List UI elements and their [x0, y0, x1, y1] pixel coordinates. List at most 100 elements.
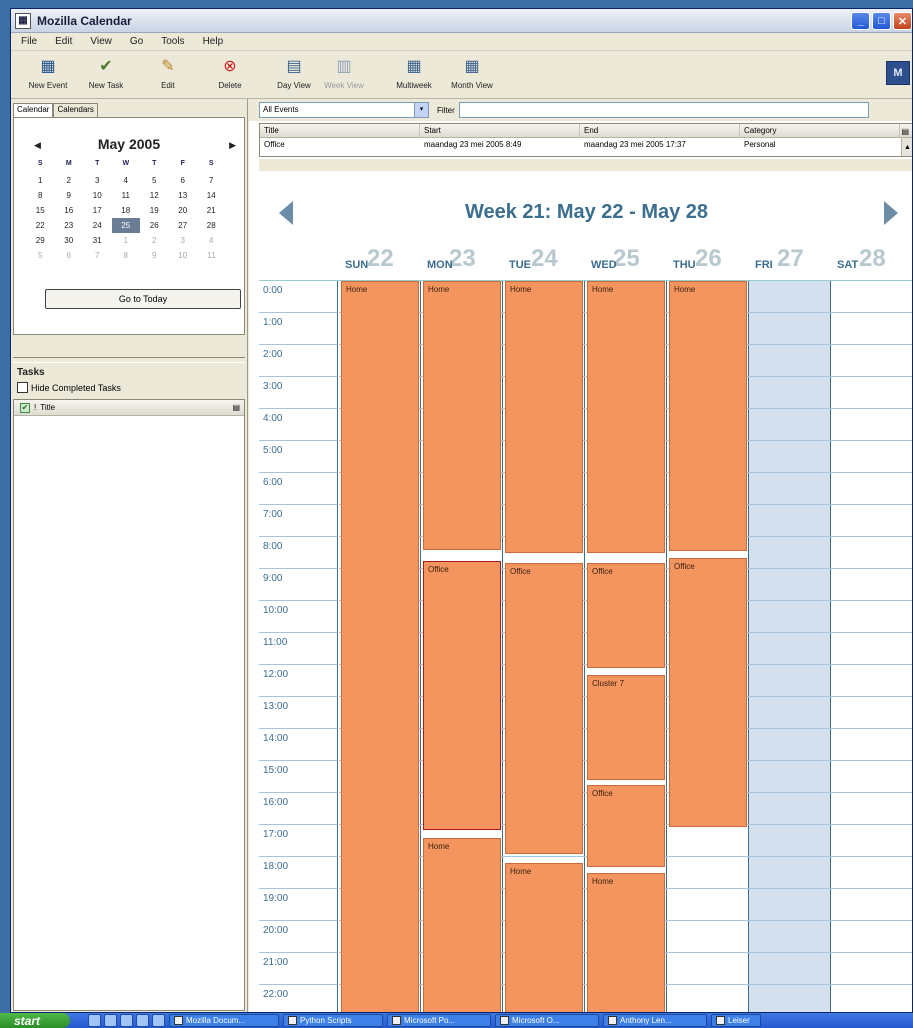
mini-month-day[interactable]: 16: [55, 203, 84, 218]
taskbar-window-button[interactable]: Python Scripts: [283, 1014, 383, 1027]
day-column-fri[interactable]: [749, 281, 831, 1012]
column-start[interactable]: Start: [420, 124, 580, 137]
browser-icon[interactable]: [88, 1014, 101, 1027]
mini-month-day[interactable]: 20: [169, 203, 198, 218]
word-icon[interactable]: [152, 1014, 165, 1027]
start-button[interactable]: start: [0, 1013, 70, 1028]
new-task-button[interactable]: ✔ New Task: [77, 53, 135, 97]
day-header-sun[interactable]: 22 SUN: [339, 245, 421, 281]
taskbar-window-button[interactable]: Anthony Len...: [603, 1014, 707, 1027]
month-view-button[interactable]: ▦ Month View: [443, 53, 501, 97]
mini-month-day[interactable]: 1: [26, 173, 55, 188]
calendar-event[interactable]: Home: [505, 281, 583, 553]
mini-month-day[interactable]: 26: [140, 218, 169, 233]
mini-month-day[interactable]: 15: [26, 203, 55, 218]
hide-completed-checkbox[interactable]: [17, 382, 28, 393]
day-column-sat[interactable]: [831, 281, 912, 1012]
hide-completed-checkbox-row[interactable]: Hide Completed Tasks: [17, 382, 121, 393]
column-picker-icon[interactable]: ▤: [901, 127, 909, 136]
next-month-button[interactable]: ▶: [229, 140, 236, 151]
calendar-event[interactable]: Home: [669, 281, 747, 552]
calendar-event[interactable]: Office: [587, 562, 665, 669]
mini-month-day[interactable]: 18: [112, 203, 141, 218]
mini-month-day[interactable]: 25: [111, 218, 140, 233]
mini-month-day[interactable]: 22: [26, 218, 55, 233]
menu-edit[interactable]: Edit: [55, 36, 72, 47]
mini-month-day[interactable]: 23: [55, 218, 84, 233]
day-header-wed[interactable]: 25 WED: [585, 245, 667, 281]
day-header-fri[interactable]: 27 FRI: [749, 245, 831, 281]
mini-month-day[interactable]: 9: [140, 248, 169, 263]
mini-month-day[interactable]: 5: [26, 248, 55, 263]
column-category[interactable]: Category: [740, 124, 900, 137]
completed-column-icon[interactable]: ✔: [20, 402, 30, 413]
edit-button[interactable]: ✎ Edit: [139, 53, 197, 97]
day-header-tue[interactable]: 24 TUE: [503, 245, 585, 281]
task-list[interactable]: ✔ ! Title ▤: [13, 399, 245, 1011]
mini-month-day[interactable]: 2: [140, 233, 169, 248]
taskbar-window-button[interactable]: Microsoft Po...: [387, 1014, 491, 1027]
mini-month-day[interactable]: 31: [83, 233, 112, 248]
mini-month-day[interactable]: 17: [83, 203, 112, 218]
mini-month-day[interactable]: 13: [169, 188, 198, 203]
column-end[interactable]: End: [580, 124, 740, 137]
mini-month-day[interactable]: 10: [169, 248, 198, 263]
explorer-icon[interactable]: [136, 1014, 149, 1027]
multiweek-button[interactable]: ▦ Multiweek: [385, 53, 443, 97]
next-week-button[interactable]: [884, 201, 898, 225]
go-to-today-button[interactable]: Go to Today: [45, 289, 241, 309]
mini-month-day[interactable]: 6: [55, 248, 84, 263]
event-filter-select[interactable]: All Events ▾: [259, 102, 429, 118]
taskbar-window-button[interactable]: Microsoft O...: [495, 1014, 599, 1027]
desktop-icon[interactable]: [104, 1014, 117, 1027]
event-list-row[interactable]: Office maandag 23 mei 2005 8:49 maandag …: [260, 138, 912, 152]
mini-month-day[interactable]: 4: [112, 173, 141, 188]
task-title-column[interactable]: Title: [40, 403, 55, 412]
week-grid[interactable]: 0:00 1:00 2:00 3:00 4:00 5:00 6:00 7:00 8:00 9:00…: [259, 281, 912, 1012]
mini-month-day[interactable]: 7: [83, 248, 112, 263]
scroll-up-icon[interactable]: ▲: [901, 138, 912, 156]
mini-month-day[interactable]: 19: [140, 203, 169, 218]
calendar-event[interactable]: Home: [341, 281, 419, 1012]
list-splitter[interactable]: [259, 159, 912, 171]
column-picker-icon[interactable]: ▤: [232, 403, 240, 412]
mini-month-day[interactable]: 21: [197, 203, 226, 218]
mini-month-day[interactable]: 9: [55, 188, 84, 203]
mini-month-day[interactable]: 11: [112, 188, 141, 203]
calendar-event[interactable]: Home: [587, 873, 665, 1012]
mini-month-day[interactable]: 27: [169, 218, 198, 233]
mini-month-day[interactable]: 7: [197, 173, 226, 188]
calendar-event[interactable]: Cluster 7: [587, 674, 665, 781]
delete-button[interactable]: ⊗ Delete: [201, 53, 259, 97]
calendar-event[interactable]: Office: [423, 561, 501, 830]
mini-month-day[interactable]: 3: [83, 173, 112, 188]
column-title[interactable]: Title: [260, 124, 420, 137]
calendar-event[interactable]: Home: [505, 863, 583, 1012]
day-header-sat[interactable]: 28 SAT: [831, 245, 912, 281]
tab-calendar[interactable]: Calendar: [13, 103, 54, 117]
chevron-down-icon[interactable]: ▾: [414, 103, 428, 117]
mini-month-day[interactable]: 11: [197, 248, 226, 263]
calendar-event[interactable]: Home: [423, 837, 501, 1012]
taskbar-window-button[interactable]: Leiser: [711, 1014, 761, 1027]
menu-file[interactable]: File: [21, 36, 37, 47]
filter-input[interactable]: [458, 102, 869, 118]
mini-month-day[interactable]: 8: [112, 248, 141, 263]
close-button[interactable]: ✕: [893, 12, 912, 30]
mini-month-day[interactable]: 6: [169, 173, 198, 188]
mini-month-day[interactable]: 24: [83, 218, 112, 233]
mini-month-day[interactable]: 3: [169, 233, 198, 248]
mini-month-day[interactable]: 1: [112, 233, 141, 248]
mini-month-day[interactable]: 2: [55, 173, 84, 188]
mini-month-day[interactable]: 28: [197, 218, 226, 233]
mini-month-day[interactable]: 4: [197, 233, 226, 248]
menu-view[interactable]: View: [90, 36, 112, 47]
minimize-button[interactable]: _: [851, 12, 870, 30]
calendar-event[interactable]: Office: [669, 557, 747, 827]
calendar-event[interactable]: Home: [587, 281, 665, 553]
priority-column-icon[interactable]: !: [34, 403, 36, 412]
title-bar[interactable]: ▦ Mozilla Calendar _ □ ✕: [11, 9, 912, 33]
new-event-button[interactable]: ▦ New Event: [19, 53, 77, 97]
tab-calendars[interactable]: Calendars: [53, 103, 98, 117]
mini-month-day[interactable]: 14: [197, 188, 226, 203]
